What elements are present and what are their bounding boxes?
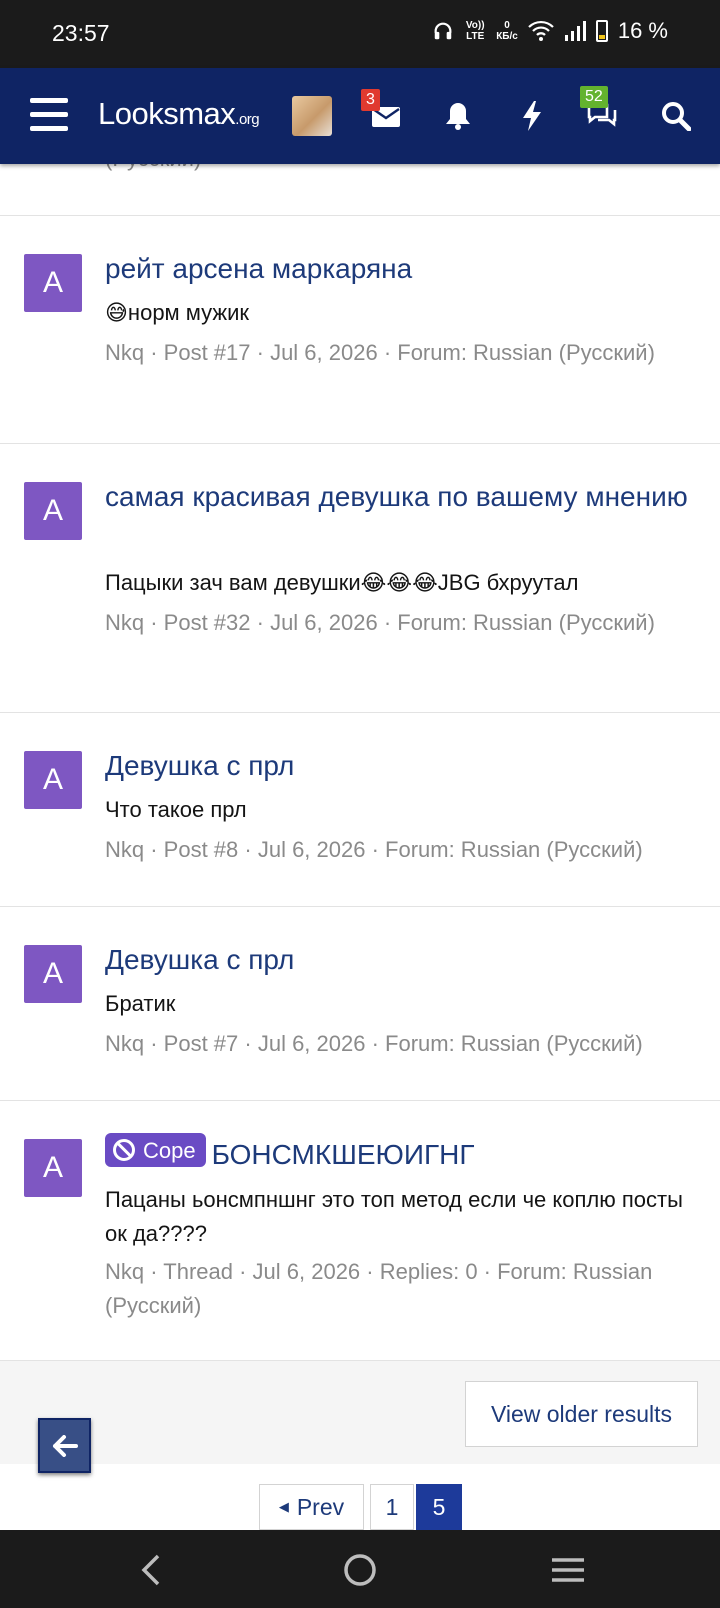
result-avatar[interactable]: A [24,1139,82,1197]
result-meta: Nkq · Post #8 · Jul 6, 2026 · Forum: Rus… [105,833,715,867]
user-avatar[interactable] [292,96,332,136]
volte-icon: Vo)) LTE [465,20,485,42]
result-meta-text: · Post #8 · Jul 6, 2026 · Forum: Russian… [144,837,643,862]
result-meta-text: · Thread · Jul 6, 2026 · Replies: 0 · Fo… [105,1259,653,1318]
prev-label: Prev [296,1493,345,1520]
chats-button[interactable]: 52 [578,86,626,140]
menu-icon[interactable] [30,98,68,132]
result-meta-text: · Post #32 · Jul 6, 2026 · Forum: Russia… [144,610,655,635]
result-title[interactable]: Девушка с прл [105,745,705,786]
result-meta: Nkq · Post #17 · Jul 6, 2026 · Forum: Ru… [105,336,705,370]
result-meta: Nkq · Thread · Jul 6, 2026 · Replies: 0 … [105,1255,705,1323]
ban-icon [113,1139,135,1161]
net-speed: 0 КБ/с [496,20,518,42]
status-time: 23:57 [52,20,110,46]
result-snippet: Братик [105,991,176,1016]
arrow-left-icon [52,1434,78,1457]
pagination-page-current[interactable]: 5 [416,1484,462,1530]
thread-prefix-badge[interactable]: Cope [105,1133,206,1167]
pagination-page-1[interactable]: 1 [370,1484,414,1530]
result-avatar[interactable]: A [24,254,82,312]
caret-left-icon: ◀ [278,1499,289,1514]
thread-prefix-label: Cope [143,1137,196,1163]
back-to-top-button[interactable] [38,1418,91,1473]
lightning-icon [523,101,541,131]
net-speed-value: 0 [504,20,510,31]
inbox-button[interactable]: 3 [361,89,410,140]
signal-icon [564,21,586,41]
wifi-icon [528,20,554,41]
view-older-results-button[interactable]: View older results [465,1381,698,1447]
result-meta: Nkq · Post #7 · Jul 6, 2026 · Forum: Rus… [105,1027,715,1061]
result-title[interactable]: самая красивая девушка по вашему мнению [105,476,705,517]
result-meta-text: · Post #7 · Jul 6, 2026 · Forum: Russian… [144,1031,643,1056]
system-nav-bar [0,1530,720,1608]
result-snippet: 😅норм мужик [105,300,250,325]
logo-main: Looksmax [98,96,236,131]
search-result: A Cope БОНСМКШЕЮИГНГ Пацаны ьонсмпншнг эт… [0,1100,720,1360]
search-icon [662,102,691,131]
inbox-badge: 3 [361,89,380,111]
result-snippet: Пацыки зач вам девушки😂😂😂JBG бхруутал [105,570,579,595]
result-author[interactable]: Nkq [105,610,144,635]
app-header: Looksmax.org 3 52 [0,68,720,164]
headphones-icon [434,22,452,40]
result-snippet: Пацаны ьонсмпншнг это топ метод если че … [105,1187,683,1246]
chats-badge: 52 [580,86,608,108]
battery-icon [595,20,608,42]
pagination-prev-button[interactable]: ◀ Prev [259,1484,364,1530]
search-result: A самая красивая девушка по вашему мнени… [0,443,720,712]
site-logo[interactable]: Looksmax.org [98,96,260,132]
result-meta-text: · Post #17 · Jul 6, 2026 · Forum: Russia… [144,340,655,365]
result-author[interactable]: Nkq [105,340,144,365]
battery-percent: 16 % [617,18,668,43]
nav-recents-icon[interactable] [546,1548,590,1592]
status-bar: 23:57 Vo)) LTE 0 КБ/с 16 % [0,0,720,68]
search-result: A рейт арсена маркаряна 😅норм мужик Nkq … [0,215,720,443]
alerts-button[interactable] [434,92,482,140]
result-avatar[interactable]: A [24,945,82,1003]
net-speed-unit: КБ/с [496,31,518,42]
search-result: A Девушка с прл Братик Nkq · Post #7 · J… [0,906,720,1100]
result-author[interactable]: Nkq [105,1259,144,1284]
result-title[interactable]: рейт арсена маркаряна [105,248,705,289]
whats-new-button[interactable] [508,92,556,140]
result-author[interactable]: Nkq [105,1031,144,1056]
logo-suffix: .org [235,111,260,128]
bell-icon [446,103,470,130]
result-title[interactable]: БОНСМКШЕЮИГНГ [212,1139,475,1170]
result-meta: Nkq · Post #32 · Jul 6, 2026 · Forum: Ru… [105,606,705,640]
status-icons: Vo)) LTE 0 КБ/с 16 % [432,18,668,44]
nav-home-icon[interactable] [338,1548,382,1592]
search-result: A Девушка с прл Что такое прл Nkq · Post… [0,712,720,906]
result-title-row: Cope БОНСМКШЕЮИГНГ [105,1133,705,1175]
result-title[interactable]: Девушка с прл [105,939,705,980]
result-author[interactable]: Nkq [105,837,144,862]
result-snippet: Что такое прл [105,797,247,822]
result-avatar[interactable]: A [24,751,82,809]
result-avatar[interactable]: A [24,482,82,540]
nav-back-icon[interactable] [131,1548,175,1592]
search-button[interactable] [652,92,700,140]
